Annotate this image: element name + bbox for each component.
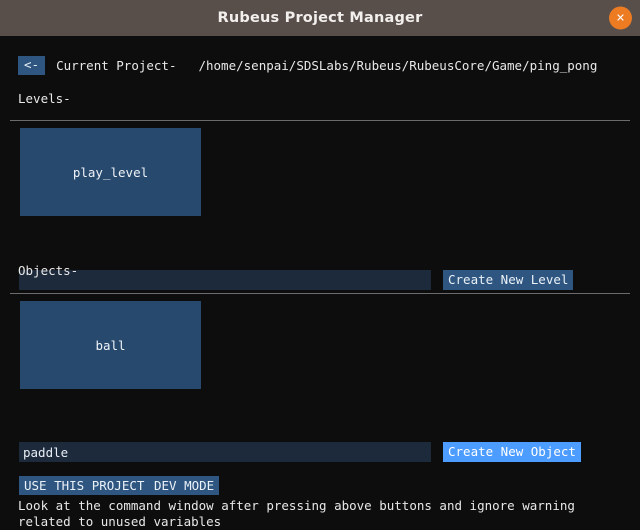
create-new-level-button[interactable]: Create New Level — [443, 270, 574, 290]
close-icon: ✕ — [615, 11, 626, 25]
use-this-project-button[interactable]: USE THIS PROJECT — [19, 476, 150, 495]
window-title: Rubeus Project Manager — [217, 10, 423, 26]
new-level-input[interactable] — [19, 270, 431, 290]
dev-mode-button[interactable]: DEV MODE — [149, 476, 220, 495]
create-new-object-button[interactable]: Create New Object — [443, 442, 581, 462]
back-button[interactable]: <- — [18, 55, 46, 75]
new-object-input[interactable] — [19, 442, 431, 462]
current-project-label: Current Project- — [56, 57, 177, 73]
current-project-path: /home/senpai/SDSLabs/Rubeus/RubeusCore/G… — [198, 57, 598, 73]
level-card[interactable]: play_level — [20, 128, 201, 216]
level-card-label: play_level — [72, 164, 149, 180]
objects-heading: Objects- — [18, 263, 79, 278]
current-project-row: <- Current Project- /home/senpai/SDSLabs… — [18, 55, 598, 75]
close-button[interactable]: ✕ — [609, 6, 632, 30]
levels-heading: Levels- — [18, 91, 71, 106]
objects-separator — [10, 293, 630, 294]
object-card-label: ball — [95, 337, 126, 353]
warning-note: Look at the command window after pressin… — [18, 498, 583, 529]
levels-separator — [10, 120, 630, 121]
window-titlebar: Rubeus Project Manager ✕ — [0, 0, 640, 36]
object-card[interactable]: ball — [20, 301, 201, 389]
main-content: <- Current Project- /home/senpai/SDSLabs… — [0, 36, 640, 529]
